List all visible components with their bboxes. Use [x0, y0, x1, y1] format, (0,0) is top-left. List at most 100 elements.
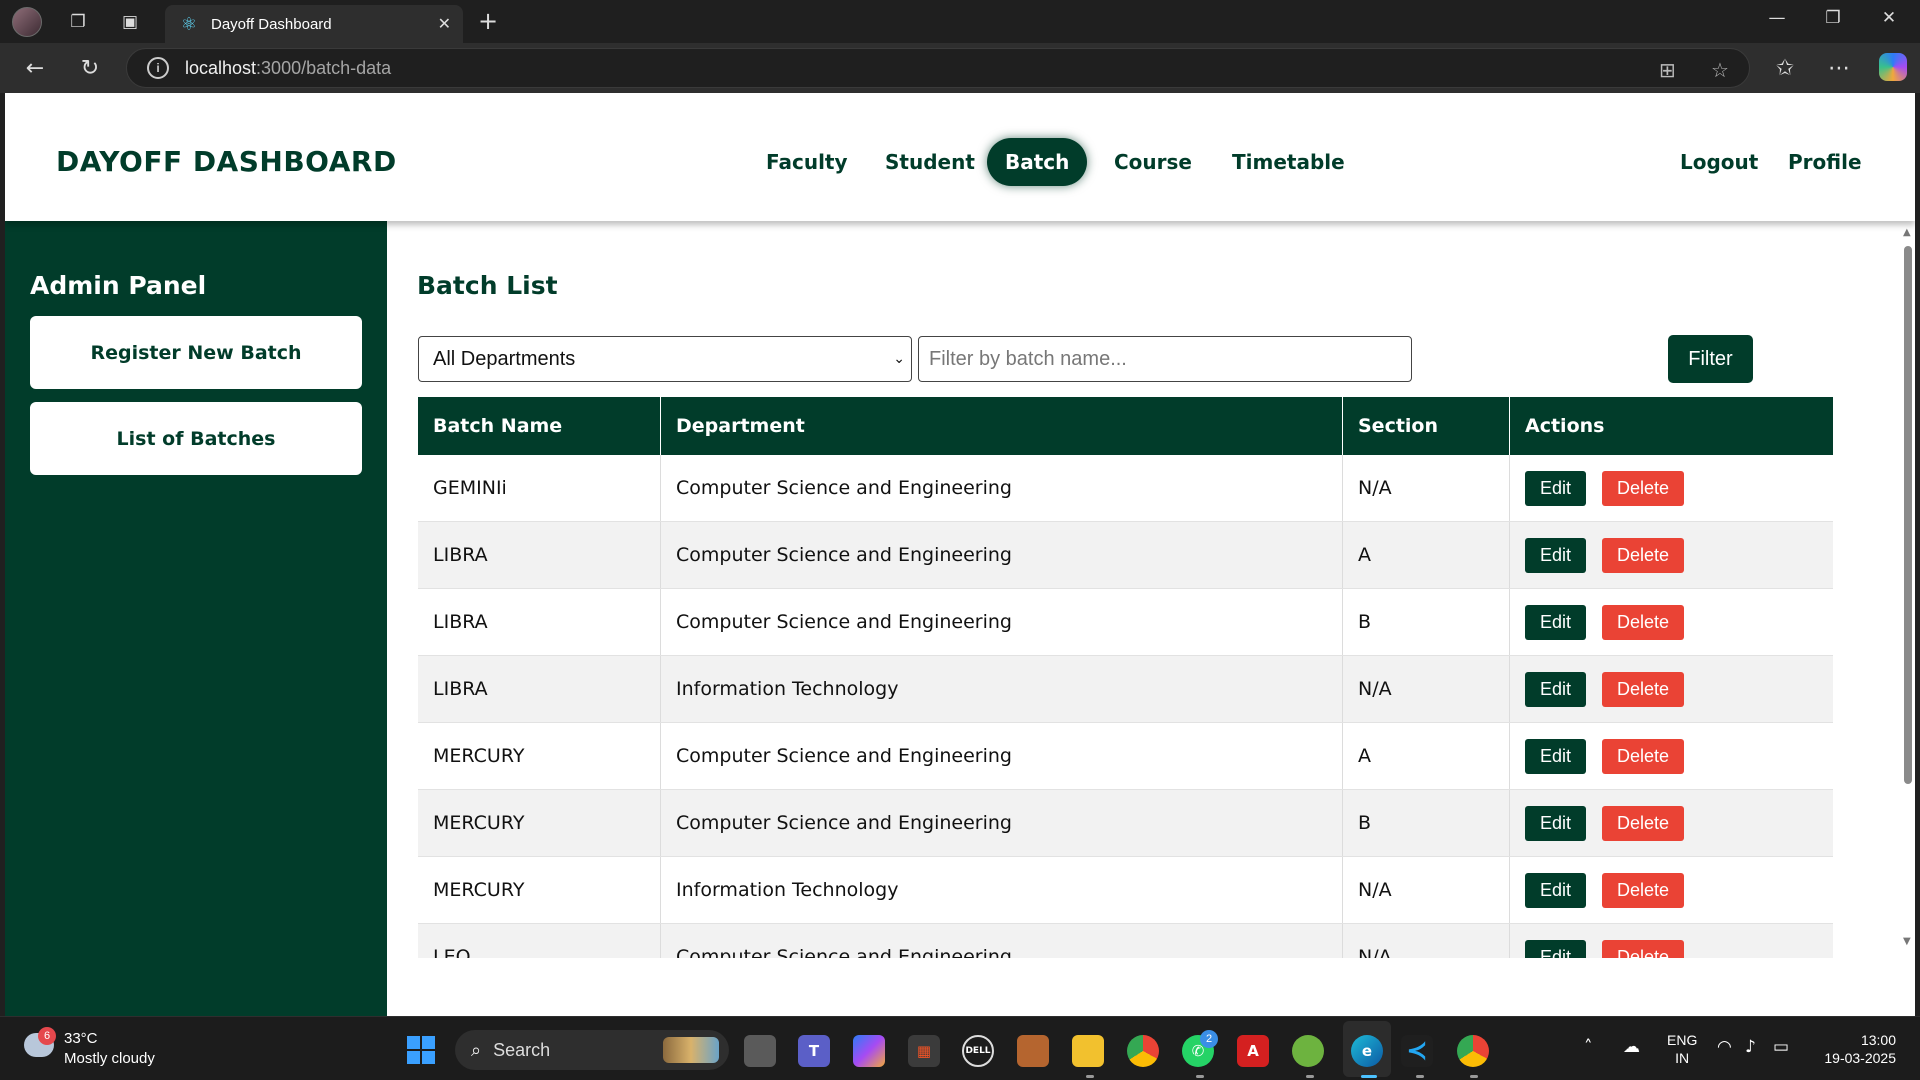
battery-icon[interactable]: ▭: [1773, 1037, 1789, 1057]
edit-button[interactable]: Edit: [1525, 604, 1586, 640]
batch-name-filter-input[interactable]: Filter by batch name...: [918, 336, 1412, 382]
close-tab-icon[interactable]: ✕: [438, 14, 451, 34]
nav-faculty[interactable]: Faculty: [748, 138, 866, 186]
department-cell: Information Technology: [661, 857, 1343, 923]
scroll-up-arrow-icon[interactable]: ▲: [1903, 227, 1911, 238]
actions-cell: Edit Delete: [1510, 924, 1833, 958]
favorites-icon[interactable]: ✩: [1770, 53, 1800, 83]
table-row: MERCURY Computer Science and Engineering…: [418, 723, 1833, 790]
list-of-batches-button[interactable]: List of Batches: [30, 402, 362, 475]
department-cell: Computer Science and Engineering: [661, 723, 1343, 789]
actions-cell: Edit Delete: [1510, 656, 1833, 722]
system-clock[interactable]: 13:00 19-03-2025: [1812, 1031, 1896, 1067]
delete-button[interactable]: Delete: [1602, 872, 1684, 908]
game-app-icon[interactable]: [1017, 1035, 1049, 1067]
back-icon[interactable]: ←: [20, 53, 50, 83]
table-row: MERCURY Information Technology N/A Edit …: [418, 857, 1833, 924]
acrobat-icon[interactable]: A: [1237, 1035, 1269, 1067]
restore-icon[interactable]: ❐: [1818, 8, 1848, 28]
vscode-icon[interactable]: ≺: [1401, 1035, 1433, 1067]
chrome-icon[interactable]: [1127, 1035, 1159, 1067]
table-row: MERCURY Computer Science and Engineering…: [418, 790, 1833, 857]
running-indicator: [1470, 1075, 1478, 1078]
batch-name-cell: MERCURY: [418, 723, 661, 789]
admin-sidebar: Admin Panel Register New Batch List of B…: [5, 221, 387, 1016]
delete-button[interactable]: Delete: [1602, 738, 1684, 774]
actions-cell: Edit Delete: [1510, 589, 1833, 655]
tab-actions-icon[interactable]: ▣: [116, 8, 144, 36]
profile-avatar[interactable]: [12, 7, 42, 37]
section-cell: B: [1343, 589, 1510, 655]
browser-tab-bar: ❐ ▣ ⚛ Dayoff Dashboard ✕ + — ❐ ✕: [0, 0, 1920, 43]
profile-link[interactable]: Profile: [1770, 138, 1880, 186]
language-indicator[interactable]: ENG IN: [1667, 1031, 1697, 1067]
edit-button[interactable]: Edit: [1525, 805, 1586, 841]
department-cell: Information Technology: [661, 656, 1343, 722]
edge-icon[interactable]: e: [1351, 1035, 1383, 1067]
windows-start-icon[interactable]: [407, 1036, 435, 1064]
edit-button[interactable]: Edit: [1525, 671, 1586, 707]
show-hidden-icons-icon[interactable]: ˄: [1584, 1037, 1593, 1057]
clock-time: 13:00: [1860, 1032, 1896, 1048]
nav-course[interactable]: Course: [1096, 138, 1210, 186]
actions-cell: Edit Delete: [1510, 723, 1833, 789]
teams-icon[interactable]: T: [798, 1035, 830, 1067]
register-new-batch-button[interactable]: Register New Batch: [30, 316, 362, 389]
batch-name-cell: LIBRA: [418, 522, 661, 588]
app-available-icon[interactable]: ⊞: [1659, 58, 1676, 83]
microsoft-store-icon[interactable]: ▦: [908, 1035, 940, 1067]
copilot-app-icon[interactable]: [853, 1035, 885, 1067]
sidebar-title: Admin Panel: [30, 271, 207, 300]
nav-batch[interactable]: Batch: [987, 138, 1088, 186]
scroll-down-arrow-icon[interactable]: ▼: [1903, 936, 1911, 947]
delete-button[interactable]: Delete: [1602, 470, 1684, 506]
batch-name-cell: GEMINIi: [418, 455, 661, 521]
edit-button[interactable]: Edit: [1525, 939, 1586, 958]
favorite-star-icon[interactable]: ☆: [1711, 58, 1729, 83]
dell-icon[interactable]: DELL: [962, 1035, 994, 1067]
browser-tab[interactable]: ⚛ Dayoff Dashboard ✕: [165, 5, 463, 43]
edit-button[interactable]: Edit: [1525, 470, 1586, 506]
filter-button[interactable]: Filter: [1668, 335, 1753, 383]
file-explorer-icon[interactable]: [1072, 1035, 1104, 1067]
reload-icon[interactable]: ↻: [75, 53, 105, 83]
delete-button[interactable]: Delete: [1602, 537, 1684, 573]
logout-link[interactable]: Logout: [1662, 138, 1776, 186]
delete-button[interactable]: Delete: [1602, 604, 1684, 640]
weather-description[interactable]: Mostly cloudy: [64, 1050, 155, 1067]
nav-student[interactable]: Student: [867, 138, 993, 186]
delete-button[interactable]: Delete: [1602, 805, 1684, 841]
workspaces-icon[interactable]: ❐: [64, 8, 92, 36]
weather-alert-badge: 6: [38, 1027, 56, 1045]
weather-temperature[interactable]: 33°C: [64, 1030, 98, 1047]
edit-button[interactable]: Edit: [1525, 537, 1586, 573]
chrome-profile-icon[interactable]: [1457, 1035, 1489, 1067]
search-icon: ⌕: [471, 1039, 482, 1060]
more-menu-icon[interactable]: ⋯: [1824, 53, 1854, 83]
delete-button[interactable]: Delete: [1602, 671, 1684, 707]
page-title: Batch List: [417, 271, 558, 300]
delete-button[interactable]: Delete: [1602, 939, 1684, 958]
department-select[interactable]: All Departments ⌄: [418, 336, 912, 382]
onedrive-icon[interactable]: ☁: [1623, 1037, 1640, 1057]
url-input[interactable]: i localhost:3000/batch-data ⊞ ☆: [126, 48, 1750, 88]
tab-title: Dayoff Dashboard: [211, 15, 332, 33]
windows-taskbar: 6 33°C Mostly cloudy ⌕ Search T ▦ DELL ✆…: [0, 1016, 1920, 1080]
new-tab-icon[interactable]: +: [478, 7, 498, 35]
edit-button[interactable]: Edit: [1525, 738, 1586, 774]
volume-icon[interactable]: ♪: [1745, 1037, 1756, 1057]
site-info-icon[interactable]: i: [147, 57, 169, 79]
chevron-down-icon: ⌄: [893, 350, 905, 366]
spring-tool-icon[interactable]: [1292, 1035, 1324, 1067]
task-view-icon[interactable]: [744, 1035, 776, 1067]
edit-button[interactable]: Edit: [1525, 872, 1586, 908]
language-code: ENG: [1667, 1032, 1698, 1048]
scrollbar-thumb[interactable]: [1904, 246, 1912, 784]
wifi-icon[interactable]: ◠: [1717, 1037, 1732, 1057]
copilot-icon[interactable]: [1879, 53, 1907, 81]
taskbar-search[interactable]: ⌕ Search: [455, 1030, 729, 1070]
minimize-icon[interactable]: —: [1762, 8, 1792, 28]
close-window-icon[interactable]: ✕: [1874, 8, 1904, 28]
nav-timetable[interactable]: Timetable: [1214, 138, 1363, 186]
content-scrollbar[interactable]: ▲ ▼: [1900, 221, 1915, 958]
